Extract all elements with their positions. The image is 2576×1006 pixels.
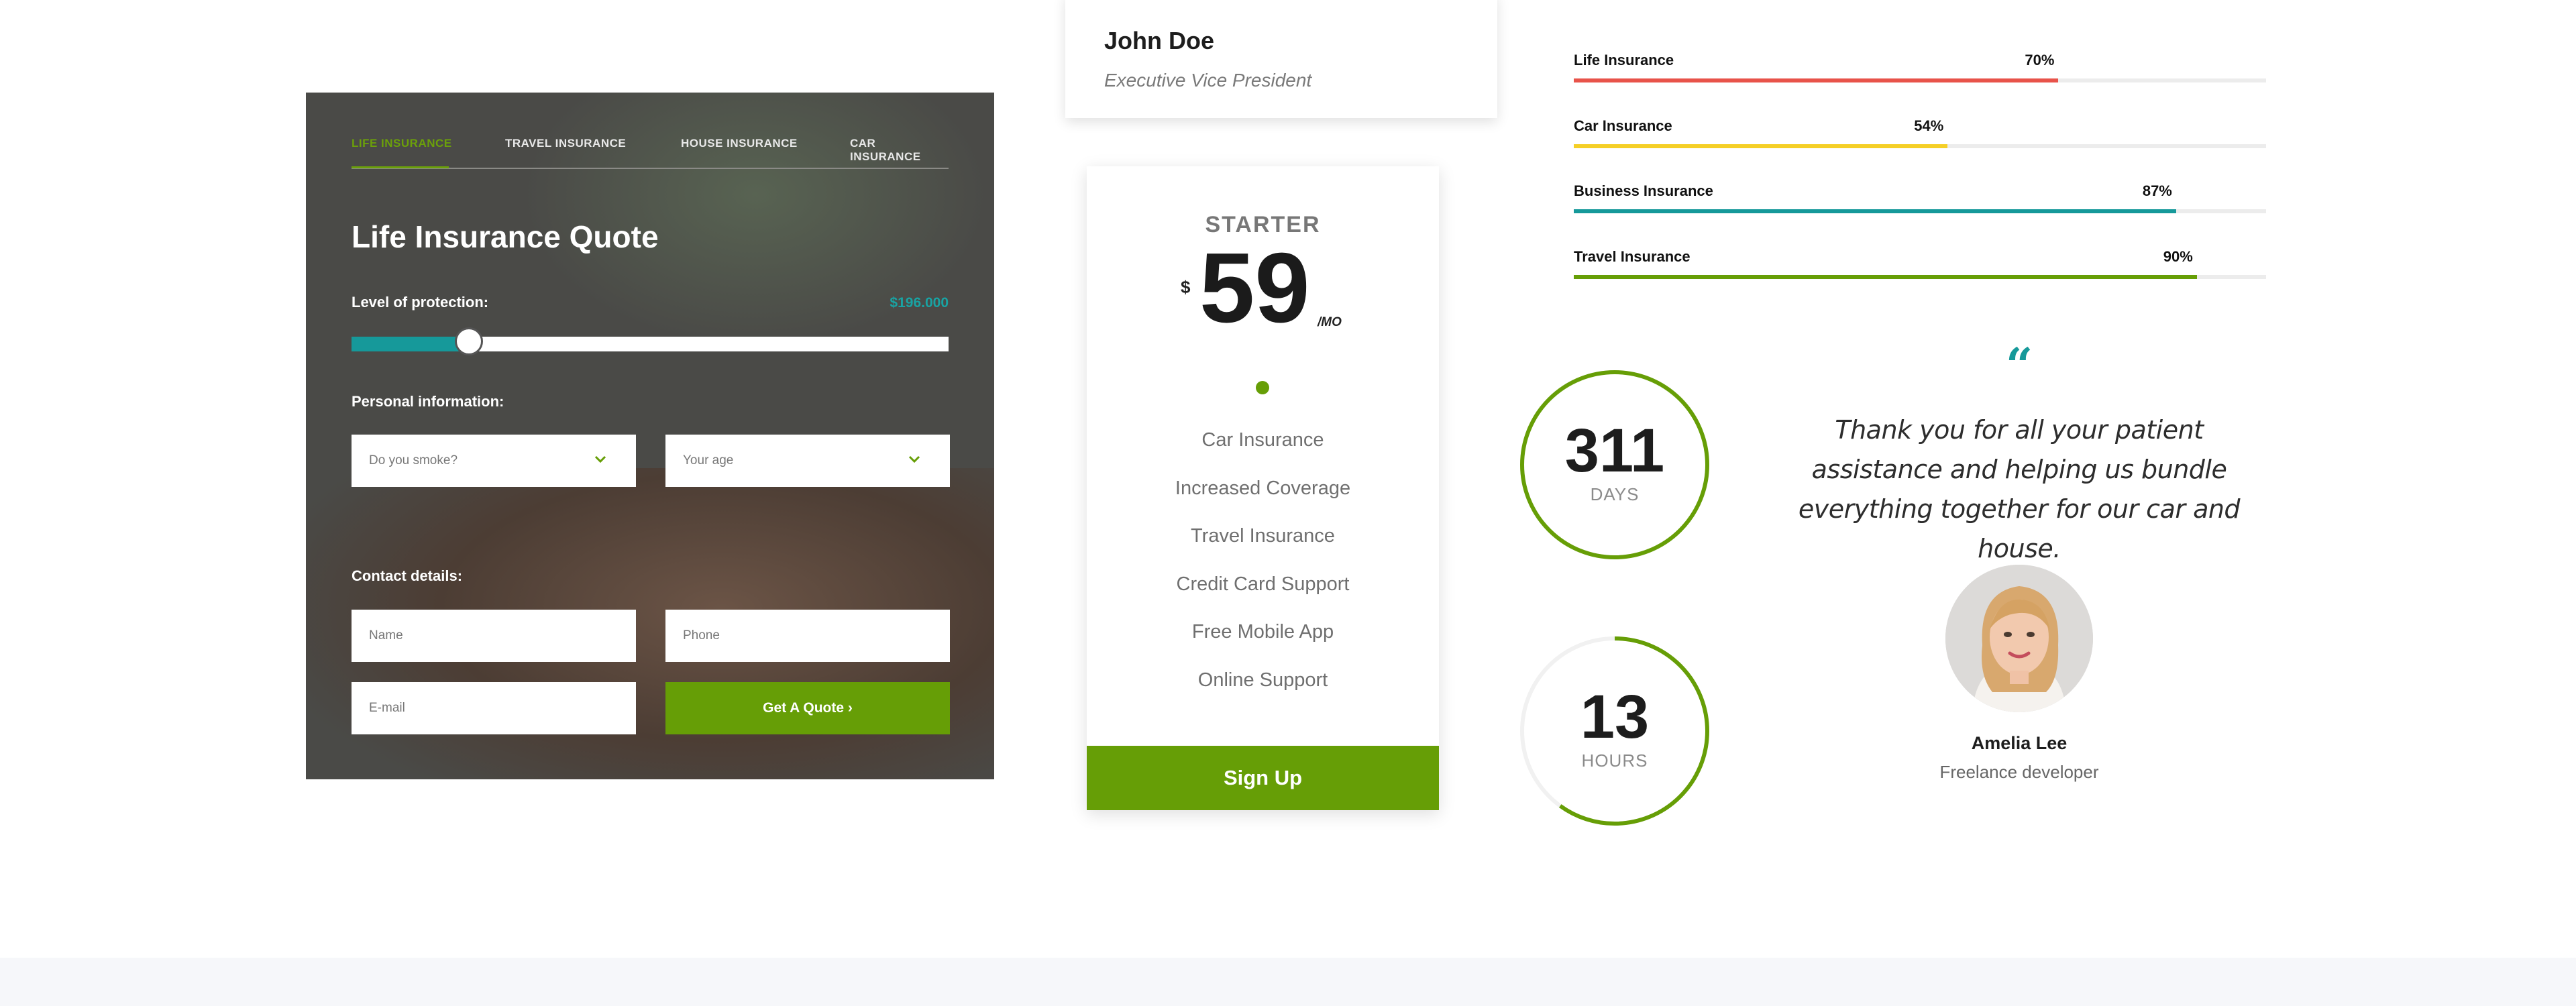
phone-field[interactable]: Phone	[665, 610, 950, 662]
feature-item: Increased Coverage	[1175, 478, 1351, 499]
progress-track	[1574, 275, 2266, 279]
feature-item: Travel Insurance	[1191, 525, 1335, 547]
progress-track	[1574, 78, 2266, 82]
profile-card: John Doe Executive Vice President	[1065, 0, 1497, 118]
tab-life-insurance[interactable]: LIFE INSURANCE	[352, 137, 452, 150]
accent-dot	[1256, 381, 1269, 394]
progress-label: Life Insurance	[1574, 52, 1674, 68]
progress-label: Business Insurance	[1574, 182, 1713, 199]
email-field[interactable]: E-mail	[352, 682, 636, 734]
smoke-select-value: Do you smoke?	[369, 453, 458, 467]
feature-item: Online Support	[1197, 669, 1328, 691]
insurance-tabs: LIFE INSURANCE TRAVEL INSURANCE HOUSE IN…	[352, 137, 949, 169]
age-select-value: Your age	[683, 453, 734, 467]
testimonial-text: Thank you for all your patient assistanc…	[1798, 415, 2241, 563]
feature-item: Credit Card Support	[1176, 573, 1350, 595]
progress-track	[1574, 209, 2266, 213]
testimonial-name: Amelia Lee	[1971, 733, 2068, 753]
counter-days: 311 DAYS	[1517, 368, 1712, 562]
get-quote-button[interactable]: Get A Quote ›	[665, 682, 950, 734]
feature-item: Free Mobile App	[1191, 621, 1334, 642]
progress-label: Travel Insurance	[1574, 248, 1690, 265]
price-currency: $	[1181, 277, 1191, 297]
avatar	[1945, 565, 2093, 712]
progress-fill	[1574, 144, 1948, 148]
chevron-down-icon	[908, 455, 920, 463]
price-amount: 59	[1199, 233, 1310, 343]
protection-value: $196.000	[890, 295, 949, 311]
progress-percent: 54%	[1914, 117, 1944, 134]
chevron-down-icon	[594, 455, 606, 463]
counter-label: HOURS	[1581, 750, 1648, 771]
progress-fill	[1574, 78, 2059, 82]
progress-percent: 87%	[2142, 182, 2172, 199]
personal-info-label: Personal information:	[352, 393, 504, 410]
active-tab-indicator	[352, 166, 449, 168]
counter-value: 13	[1580, 683, 1650, 751]
progress-label: Car Insurance	[1574, 117, 1672, 134]
age-select[interactable]: Your age	[665, 435, 950, 487]
protection-label: Level of protection:	[352, 294, 489, 311]
counter-hours: 13 HOURS	[1517, 634, 1712, 828]
progress-track	[1574, 144, 2266, 148]
quote-title: Life Insurance Quote	[352, 219, 659, 254]
slider-handle[interactable]	[455, 327, 483, 355]
slider-fill	[352, 337, 469, 351]
avatar-portrait	[1945, 565, 2093, 712]
price-period: /MO	[1318, 315, 1342, 329]
profile-role: Executive Vice President	[1104, 70, 1312, 91]
tab-car-insurance[interactable]: CAR INSURANCE	[850, 137, 949, 164]
quote-panel: LIFE INSURANCE TRAVEL INSURANCE HOUSE IN…	[306, 93, 994, 779]
progress-fill	[1574, 275, 2197, 279]
sign-up-button[interactable]: Sign Up	[1087, 746, 1439, 810]
smoke-select[interactable]: Do you smoke?	[352, 435, 636, 487]
contact-details-label: Contact details:	[352, 567, 463, 584]
pricing-card: STARTER $ 59 /MO Car Insurance Increased…	[1087, 166, 1439, 810]
counter-value: 311	[1564, 416, 1665, 485]
progress-fill	[1574, 209, 2176, 213]
testimonial-role: Freelance developer	[1939, 762, 2099, 782]
name-field[interactable]: Name	[352, 610, 636, 662]
footer-band	[0, 958, 2576, 1006]
profile-name: John Doe	[1104, 27, 1215, 54]
quote-mark-icon: “	[2006, 337, 2033, 393]
progress-percent: 70%	[2025, 52, 2055, 68]
progress-percent: 90%	[2163, 248, 2193, 265]
feature-item: Car Insurance	[1201, 429, 1324, 451]
protection-slider[interactable]	[352, 327, 949, 355]
tab-travel-insurance[interactable]: TRAVEL INSURANCE	[505, 137, 626, 150]
tab-house-insurance[interactable]: HOUSE INSURANCE	[681, 137, 798, 150]
counter-label: DAYS	[1590, 484, 1640, 504]
